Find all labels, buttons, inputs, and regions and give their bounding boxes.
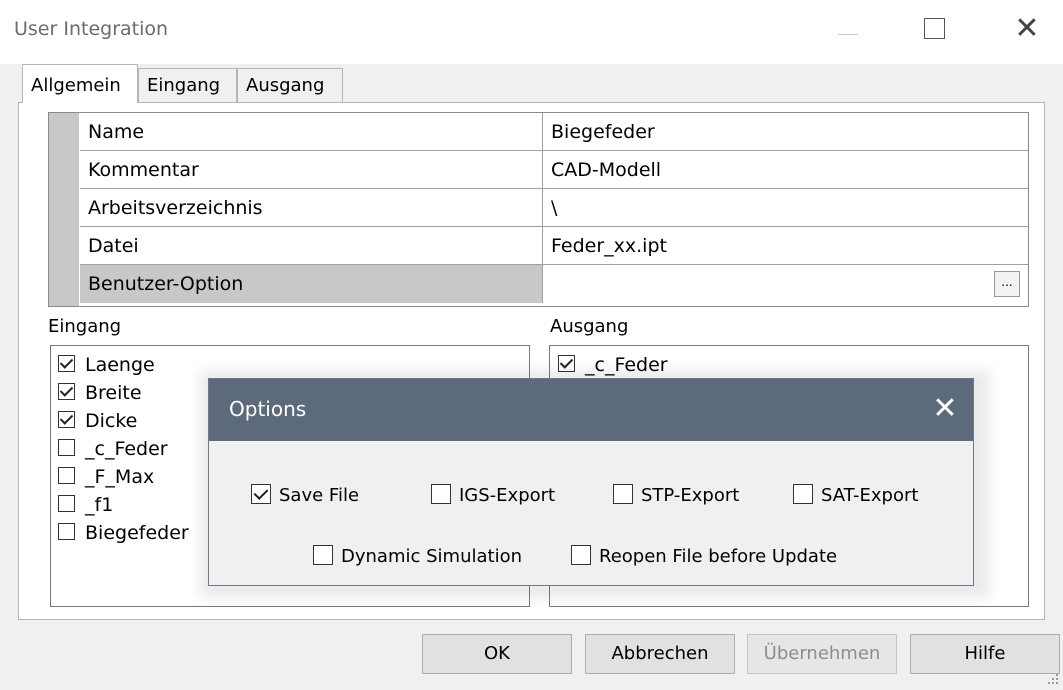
input-item-biegefeder[interactable]: Biegefeder: [58, 520, 189, 546]
options-close-button[interactable]: ✕: [925, 389, 965, 429]
input-list-label: Eingang: [48, 316, 122, 337]
property-name-benutzer-option: Benutzer-Option: [80, 265, 543, 303]
options-dialog-title: Options: [229, 397, 307, 421]
property-value-benutzer-option[interactable]: [543, 265, 1028, 303]
tab-ausgang[interactable]: Ausgang: [237, 68, 343, 102]
input-item-label: _F_Max: [85, 466, 155, 488]
close-button[interactable]: ✕: [1010, 12, 1044, 46]
property-grid-gutter: [49, 113, 79, 306]
checkbox-icon[interactable]: [571, 545, 591, 565]
checkbox-icon[interactable]: [58, 467, 75, 484]
tab-eingang[interactable]: Eingang: [138, 68, 237, 102]
resize-grip-icon[interactable]: [1046, 672, 1060, 686]
input-item-dicke[interactable]: Dicke: [58, 408, 137, 434]
property-name-datei: Datei: [80, 227, 543, 265]
minimize-icon: [838, 34, 858, 35]
checkbox-icon[interactable]: [58, 523, 75, 540]
property-value-name[interactable]: Biegefeder: [543, 113, 1028, 151]
input-item-label: Biegefeder: [85, 522, 189, 544]
option-stp-export[interactable]: STP-Export: [613, 483, 739, 509]
input-item-label: Laenge: [85, 354, 155, 376]
option-igs-export[interactable]: IGS-Export: [431, 483, 555, 509]
title-bar: User Integration ✕: [0, 0, 1063, 64]
input-item-label: Breite: [85, 382, 142, 404]
checkbox-checked-icon[interactable]: [58, 355, 75, 372]
checkbox-icon[interactable]: [613, 484, 633, 504]
input-item-c-feder[interactable]: _c_Feder: [58, 436, 168, 462]
input-item-label: _c_Feder: [85, 438, 168, 460]
input-item-label: Dicke: [85, 410, 138, 432]
option-label: SAT-Export: [821, 485, 919, 506]
input-item-breite[interactable]: Breite: [58, 380, 142, 406]
checkbox-checked-icon[interactable]: [58, 383, 75, 400]
window-title: User Integration: [14, 18, 169, 40]
input-item-label: _f1: [85, 494, 114, 516]
property-name-name: Name: [80, 113, 543, 151]
option-label: Dynamic Simulation: [341, 546, 522, 567]
output-list-label: Ausgang: [550, 316, 629, 337]
option-dynamic-simulation[interactable]: Dynamic Simulation: [313, 544, 522, 570]
checkbox-icon[interactable]: [58, 495, 75, 512]
checkbox-icon[interactable]: [793, 484, 813, 504]
property-name-kommentar: Kommentar: [80, 151, 543, 189]
property-value-arbeitsverzeichnis[interactable]: \: [543, 189, 1028, 227]
option-reopen-file[interactable]: Reopen File before Update: [571, 544, 837, 570]
checkbox-checked-icon[interactable]: [251, 484, 271, 504]
option-label: STP-Export: [641, 485, 740, 506]
checkbox-icon[interactable]: [58, 439, 75, 456]
tab-allgemein[interactable]: Allgemein: [22, 64, 138, 103]
options-dialog: Options ✕ Save File IGS-Export STP-Expor…: [208, 378, 974, 586]
ok-button[interactable]: OK: [422, 634, 572, 674]
browse-button[interactable]: ...: [994, 271, 1020, 297]
option-label: Save File: [279, 485, 360, 506]
option-label: IGS-Export: [459, 485, 556, 506]
help-button[interactable]: Hilfe: [910, 634, 1060, 674]
checkbox-icon[interactable]: [313, 545, 333, 565]
options-dialog-header: Options ✕: [209, 379, 973, 441]
checkbox-checked-icon[interactable]: [58, 411, 75, 428]
option-save-file[interactable]: Save File: [251, 483, 359, 509]
input-item-f-max[interactable]: _F_Max: [58, 464, 154, 490]
property-value-kommentar[interactable]: CAD-Modell: [543, 151, 1028, 189]
input-item-f1[interactable]: _f1: [58, 492, 113, 518]
property-value-datei[interactable]: Feder_xx.ipt: [543, 227, 1028, 265]
cancel-button[interactable]: Abbrechen: [585, 634, 735, 674]
checkbox-icon[interactable]: [431, 484, 451, 504]
maximize-button[interactable]: [924, 18, 945, 39]
property-name-arbeitsverzeichnis: Arbeitsverzeichnis: [80, 189, 543, 227]
apply-button[interactable]: Übernehmen: [747, 634, 897, 674]
input-item-laenge[interactable]: Laenge: [58, 352, 155, 378]
option-label: Reopen File before Update: [599, 546, 838, 567]
option-sat-export[interactable]: SAT-Export: [793, 483, 918, 509]
